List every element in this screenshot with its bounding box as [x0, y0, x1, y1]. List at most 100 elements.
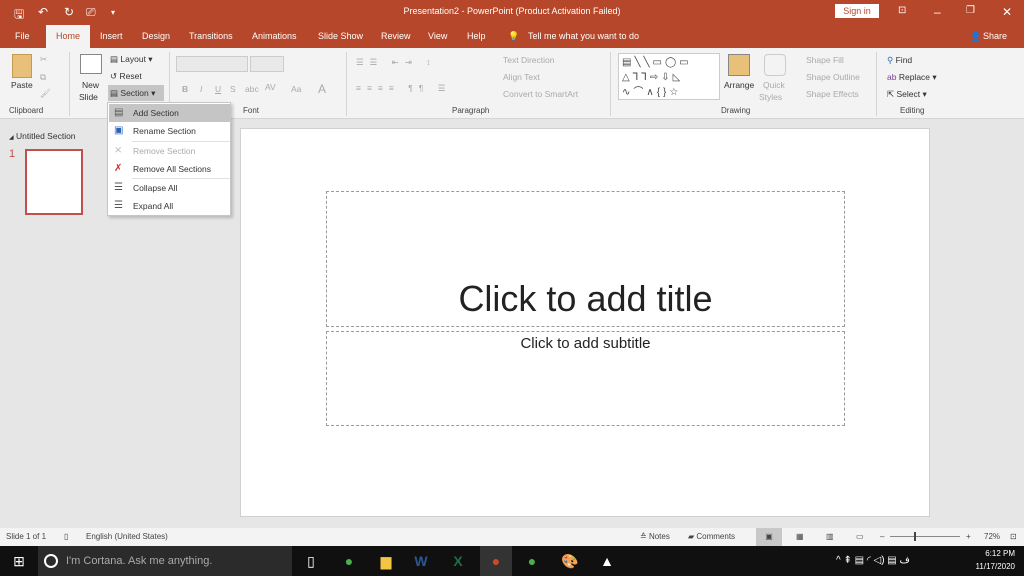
bold-button[interactable]: B [182, 84, 188, 94]
quick-styles-icon[interactable] [764, 54, 786, 76]
strikethrough-button[interactable]: abc [245, 84, 259, 94]
shape-outline-button[interactable]: Shape Outline [806, 72, 860, 82]
new-slide-icon[interactable] [80, 54, 102, 74]
tab-insert[interactable]: Insert [100, 28, 123, 44]
section-header[interactable]: ◢ Untitled Section [9, 131, 76, 141]
slideshow-button[interactable]: ▭ [856, 528, 864, 546]
spell-check-icon[interactable]: ▯ [64, 528, 68, 546]
file-explorer-icon[interactable]: ▆ [375, 550, 397, 572]
language[interactable]: English (United States) [86, 528, 168, 546]
close-button[interactable]: ✕ [1002, 5, 1012, 19]
tab-view[interactable]: View [428, 28, 447, 44]
zoom-out-button[interactable]: – [880, 528, 884, 546]
copy-icon[interactable]: ⧉ [40, 72, 46, 83]
slide-sorter-button[interactable]: ▦ [796, 528, 804, 546]
comments-button[interactable]: ▰ Comments [688, 528, 735, 546]
clock-time[interactable]: 6:12 PM [975, 549, 1015, 558]
menu-item-collapse-all[interactable]: ☰ Collapse All [109, 179, 230, 197]
share-button[interactable]: Share [983, 28, 1007, 44]
shape-effects-button[interactable]: Shape Effects [806, 89, 859, 99]
replace-button[interactable]: ab Replace ▾ [887, 72, 937, 83]
group-label-editing: Editing [900, 106, 925, 115]
shapes-gallery[interactable]: ▤╲╲▭◯▭ △⅂⅂⇨⇩◺ ∿⌒∧{}☆ [618, 53, 720, 100]
menu-item-expand-all[interactable]: ☰ Expand All [109, 197, 230, 215]
menu-item-add-section[interactable]: ▤ Add Section [109, 104, 230, 122]
remove-all-sections-icon: ✗ [114, 163, 123, 174]
shadow-button[interactable]: S [230, 84, 236, 94]
fit-to-window-icon[interactable]: ⊡ [1010, 528, 1017, 546]
alignment-buttons[interactable]: ≡≡≡≡ ¶¶ ☰ [356, 83, 451, 94]
shape-fill-button[interactable]: Shape Fill [806, 55, 844, 65]
expand-all-icon: ☰ [114, 200, 123, 211]
arrange-icon[interactable] [728, 54, 750, 76]
find-button[interactable]: ⚲ Find [887, 55, 912, 66]
convert-smartart-button[interactable]: Convert to SmartArt [503, 89, 578, 99]
text-direction-button[interactable]: Text Direction [503, 55, 555, 65]
font-color-button[interactable]: A [318, 82, 326, 96]
list-buttons[interactable]: ☰☰ ⇤⇥ ↕ [356, 57, 436, 68]
tab-help[interactable]: Help [467, 28, 486, 44]
excel-icon[interactable]: X [447, 550, 469, 572]
tab-design[interactable]: Design [142, 28, 170, 44]
font-name-dropdown[interactable] [176, 56, 248, 72]
tell-me-search[interactable]: Tell me what you want to do [528, 28, 639, 44]
menu-item-label: Rename Section [133, 126, 196, 136]
change-case-button[interactable]: Aa [291, 84, 301, 94]
paste-button[interactable]: Paste [11, 80, 33, 90]
select-button[interactable]: ⇱ Select ▾ [887, 89, 927, 100]
zoom-slider-thumb[interactable] [914, 532, 916, 541]
reading-view-button[interactable]: ▥ [826, 528, 834, 546]
menu-item-rename-section[interactable]: ▣ Rename Section [109, 122, 230, 140]
system-tray-icons[interactable]: ^ ⇞ ▤ ◜ ◁) ▤ ف [836, 555, 910, 566]
paste-icon[interactable] [12, 54, 32, 78]
sign-in-button[interactable]: Sign in [835, 4, 879, 18]
normal-view-button[interactable]: ▣ [756, 528, 782, 546]
format-painter-icon[interactable]: 🖌 [40, 88, 51, 99]
tab-slide-show[interactable]: Slide Show [318, 28, 363, 44]
italic-button[interactable]: I [200, 84, 202, 94]
zoom-slider[interactable] [890, 536, 960, 537]
windows-start-icon[interactable]: ⊞ [8, 550, 30, 572]
menu-item-remove-all-sections[interactable]: ✗ Remove All Sections [109, 160, 230, 178]
slide-thumbnail[interactable] [25, 149, 83, 215]
arrange-button[interactable]: Arrange [724, 80, 754, 90]
chrome-icon[interactable]: ● [338, 550, 360, 572]
notes-button[interactable]: ≙ Notes [640, 528, 670, 546]
paint-icon[interactable]: 🎨 [559, 550, 581, 572]
align-text-button[interactable]: Align Text [503, 72, 540, 82]
reset-button[interactable]: ↺ Reset [110, 71, 142, 82]
section-button[interactable]: ▤ Section ▾ [108, 85, 164, 101]
tab-file[interactable]: File [15, 28, 30, 44]
zoom-level[interactable]: 72% [984, 528, 1000, 546]
status-bar: Slide 1 of 1 ▯ English (United States) ≙… [0, 528, 1024, 546]
underline-button[interactable]: U [215, 84, 221, 94]
new-slide-button[interactable]: New [82, 80, 99, 90]
collapse-triangle-icon[interactable]: ◢ [9, 135, 14, 141]
minimize-button[interactable]: – [934, 5, 941, 19]
font-size-dropdown[interactable] [250, 56, 284, 72]
layout-button[interactable]: ▤ Layout ▾ [110, 54, 153, 65]
new-slide-label[interactable]: Slide [79, 92, 98, 102]
layout-label: Layout [120, 54, 146, 64]
task-view-icon[interactable]: ▯ [300, 550, 322, 572]
character-spacing-button[interactable]: AV [265, 82, 276, 92]
word-icon[interactable]: W [410, 550, 432, 572]
replace-label: Replace [898, 72, 931, 82]
tab-animations[interactable]: Animations [252, 28, 297, 44]
menu-item-remove-section[interactable]: ⨯ Remove Section [109, 142, 230, 160]
zoom-in-button[interactable]: + [966, 528, 971, 546]
powerpoint-icon[interactable]: ● [480, 546, 512, 576]
clock-date[interactable]: 11/17/2020 [965, 562, 1015, 571]
restore-button[interactable]: ❐ [966, 5, 975, 16]
tab-home[interactable]: Home [46, 25, 90, 48]
ribbon-display-options-icon[interactable]: ⊡ [898, 5, 906, 16]
title-placeholder[interactable]: Click to add title [326, 191, 845, 327]
cortana-search[interactable]: I'm Cortana. Ask me anything. [38, 546, 292, 576]
quick-styles-button[interactable]: Quick [763, 80, 785, 90]
tab-review[interactable]: Review [381, 28, 411, 44]
cut-icon[interactable]: ✂ [40, 54, 47, 65]
chrome-profile-icon[interactable]: ● [521, 550, 543, 572]
tab-transitions[interactable]: Transitions [189, 28, 233, 44]
photos-icon[interactable]: ▲ [596, 550, 618, 572]
subtitle-placeholder[interactable]: Click to add subtitle [326, 331, 845, 426]
